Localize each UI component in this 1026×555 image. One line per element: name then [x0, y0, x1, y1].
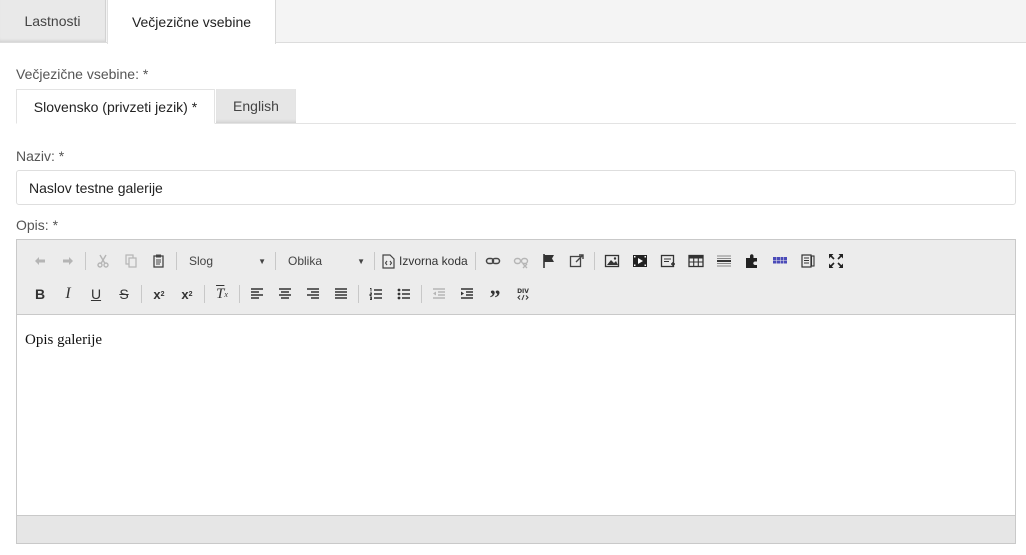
- strikethrough-icon[interactable]: S: [110, 281, 138, 307]
- align-left-icon[interactable]: [243, 281, 271, 307]
- format-dropdown[interactable]: Oblika ▼: [279, 249, 371, 273]
- iframe-icon[interactable]: [654, 248, 682, 274]
- superscript-icon[interactable]: x2: [173, 281, 201, 307]
- description-field-label: Opis: *: [16, 217, 59, 233]
- horizontal-rule-icon[interactable]: [710, 248, 738, 274]
- tab-properties[interactable]: Lastnosti: [0, 0, 106, 42]
- underline-icon[interactable]: U: [82, 281, 110, 307]
- align-right-icon[interactable]: [299, 281, 327, 307]
- bulleted-list-icon[interactable]: [390, 281, 418, 307]
- toolbar-separator: [374, 252, 375, 270]
- source-code-label: Izvorna koda: [399, 254, 468, 268]
- remove-format-icon[interactable]: Tx: [208, 281, 236, 307]
- toolbar-separator: [421, 285, 422, 303]
- grid-icon[interactable]: [766, 248, 794, 274]
- blockquote-icon[interactable]: ”: [481, 281, 509, 309]
- toolbar-separator: [85, 252, 86, 270]
- toolbar-separator: [239, 285, 240, 303]
- bold-icon[interactable]: B: [26, 281, 54, 307]
- top-tab-bar: Lastnosti Večjezične vsebine: [0, 0, 1026, 44]
- subscript-icon[interactable]: x2: [145, 281, 173, 307]
- video-icon[interactable]: [626, 248, 654, 274]
- source-code-icon: [382, 253, 395, 269]
- svg-text:DIV: DIV: [517, 288, 529, 295]
- editor-paragraph: Opis galerije: [25, 332, 103, 348]
- toolbar-separator: [204, 285, 205, 303]
- editor-content-area[interactable]: Opis galerije: [17, 316, 1015, 515]
- toolbar-separator: [593, 252, 595, 270]
- name-input[interactable]: [16, 170, 1016, 205]
- maximize-icon[interactable]: [822, 248, 850, 274]
- tab-multilingual-label: Večjezične vsebine: [131, 14, 252, 30]
- numbered-list-icon[interactable]: [362, 281, 390, 307]
- external-link-icon[interactable]: [563, 248, 591, 274]
- table-icon[interactable]: [682, 248, 710, 274]
- cut-icon[interactable]: [89, 248, 117, 274]
- toolbar-separator: [358, 285, 359, 303]
- image-icon[interactable]: [598, 248, 626, 274]
- toolbar-separator: [141, 285, 142, 303]
- link-icon[interactable]: [479, 248, 507, 274]
- tab-english-label: English: [233, 98, 279, 114]
- template-icon[interactable]: [794, 248, 822, 274]
- chevron-down-icon: ▼: [258, 256, 266, 266]
- multilingual-label: Večjezične vsebine: *: [16, 66, 149, 82]
- unlink-icon[interactable]: [507, 248, 535, 274]
- div-icon[interactable]: DIV: [509, 281, 537, 307]
- toolbar-separator: [275, 252, 276, 270]
- source-code-button[interactable]: Izvorna koda: [378, 248, 472, 274]
- tab-slovenian[interactable]: Slovensko (privzeti jezik) *: [16, 89, 215, 124]
- align-center-icon[interactable]: [271, 281, 299, 307]
- format-dropdown-label: Oblika: [288, 254, 323, 268]
- paste-icon[interactable]: [145, 248, 173, 274]
- redo-icon[interactable]: [54, 248, 82, 274]
- style-dropdown[interactable]: Slog ▼: [180, 249, 272, 273]
- tab-multilingual[interactable]: Večjezične vsebine: [107, 0, 276, 44]
- name-field-label: Naziv: *: [16, 148, 65, 164]
- editor-status-bar: [17, 515, 1015, 543]
- indent-icon[interactable]: [453, 281, 481, 307]
- plugin-puzzle-icon[interactable]: [738, 248, 766, 274]
- rich-text-editor: Slog ▼ Oblika ▼ Izvorna koda B I U S x 2…: [16, 239, 1016, 544]
- align-justify-icon[interactable]: [327, 281, 355, 307]
- tab-slovenian-label: Slovensko (privzeti jezik) *: [33, 98, 198, 115]
- editor-toolbar: Slog ▼ Oblika ▼ Izvorna koda B I U S x 2…: [17, 240, 1015, 315]
- tab-english[interactable]: English: [216, 89, 296, 123]
- anchor-flag-icon[interactable]: [535, 248, 563, 274]
- undo-icon[interactable]: [26, 248, 54, 274]
- italic-icon[interactable]: I: [54, 281, 82, 307]
- toolbar-separator: [176, 252, 177, 270]
- style-dropdown-label: Slog: [189, 254, 214, 268]
- copy-icon[interactable]: [117, 248, 145, 274]
- chevron-down-icon: ▼: [357, 256, 365, 266]
- toolbar-separator: [474, 252, 476, 270]
- outdent-icon[interactable]: [425, 281, 453, 307]
- tab-properties-label: Lastnosti: [24, 13, 81, 29]
